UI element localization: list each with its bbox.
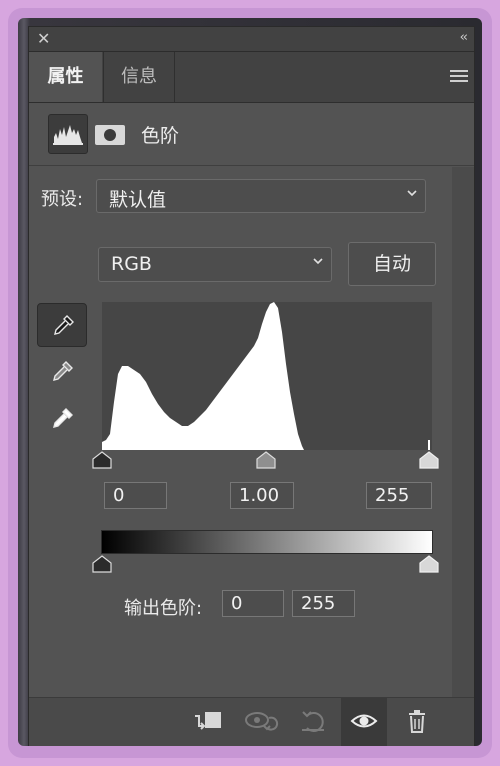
black-point-eyedropper-icon[interactable] (37, 303, 87, 347)
output-gradient-bar (101, 530, 433, 554)
chevron-down-icon (313, 258, 323, 265)
chevron-down-icon (407, 190, 417, 197)
scrollbar[interactable] (452, 167, 474, 697)
preset-label: 预设: (41, 189, 84, 210)
gray-point-eyedropper-icon[interactable] (37, 350, 87, 394)
tab-properties[interactable]: 属性 (29, 52, 102, 102)
channel-select[interactable]: RGB (98, 247, 332, 282)
panel-footer (29, 697, 474, 746)
levels-histogram-icon[interactable] (48, 114, 88, 154)
input-gamma-field[interactable]: 1.00 (230, 482, 294, 509)
visibility-eye-icon[interactable] (341, 698, 387, 746)
output-black-slider-handle[interactable] (92, 555, 112, 573)
output-levels-label: 输出色阶: (124, 598, 203, 619)
input-black-slider-handle[interactable] (92, 451, 112, 469)
input-white-slider-handle[interactable] (419, 451, 439, 469)
preset-value: 默认值 (109, 189, 167, 211)
preset-select[interactable]: 默认值 (96, 179, 426, 213)
collapse-icon[interactable]: ‹‹ (460, 30, 469, 45)
channel-value: RGB (111, 253, 152, 275)
properties-panel: ✕ ‹‹ 属性 信息 色阶 预设: 默认值 RGB 自动 0 1.00 255 … (28, 26, 475, 746)
panel-tabs: 属性 信息 (29, 52, 474, 103)
clip-to-layer-icon[interactable] (187, 698, 229, 746)
adjustment-title: 色阶 (141, 125, 180, 147)
close-icon[interactable]: ✕ (37, 29, 50, 48)
hamburger-menu-icon[interactable] (450, 70, 468, 85)
auto-button[interactable]: 自动 (348, 242, 436, 286)
view-previous-state-icon[interactable] (239, 698, 283, 746)
input-black-field[interactable]: 0 (104, 482, 167, 509)
histogram (102, 302, 432, 450)
histogram-shape (102, 302, 304, 450)
input-gamma-slider-handle[interactable] (256, 451, 276, 469)
layer-mask-icon[interactable] (95, 125, 125, 145)
tab-info[interactable]: 信息 (103, 52, 175, 102)
reset-icon[interactable] (293, 698, 333, 746)
output-white-slider-handle[interactable] (419, 555, 439, 573)
panel-titlebar: ✕ ‹‹ (29, 27, 474, 52)
white-point-eyedropper-icon[interactable] (37, 397, 87, 441)
output-black-field[interactable]: 0 (222, 590, 284, 617)
input-white-field[interactable]: 255 (366, 482, 432, 509)
output-white-field[interactable]: 255 (292, 590, 355, 617)
adjustment-header: 色阶 (29, 103, 474, 166)
trash-icon[interactable] (397, 698, 437, 746)
